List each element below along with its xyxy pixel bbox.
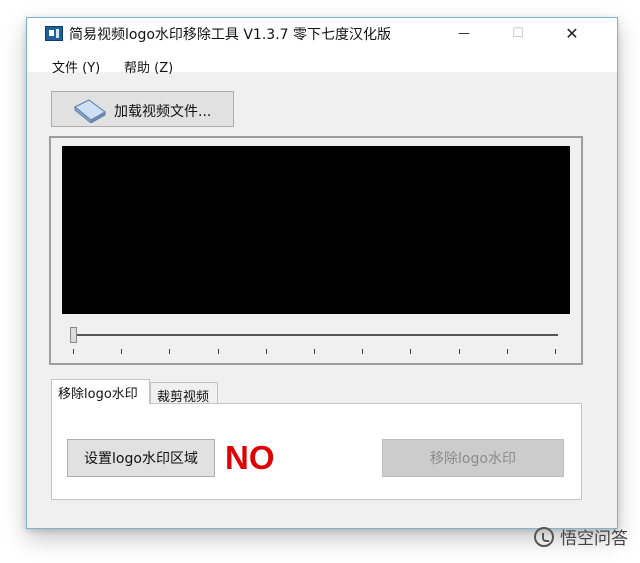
menu-file[interactable]: 文件 (Y) (52, 57, 100, 76)
video-preview-screen (62, 146, 570, 314)
watermark-text: 悟空问答 (560, 529, 628, 549)
slider-tick (362, 349, 363, 354)
slider-tick (459, 349, 460, 354)
slider-tick (555, 349, 556, 354)
slider-tick (169, 349, 170, 354)
slider-tick (73, 349, 74, 354)
slider-tick (218, 349, 219, 354)
minimize-button[interactable]: — (441, 18, 487, 48)
slider-tick (314, 349, 315, 354)
window-title: 简易视频logo水印移除工具 V1.3.7 零下七度汉化版 (69, 27, 392, 43)
maximize-icon: ☐ (512, 25, 524, 41)
slider-tick (266, 349, 267, 354)
menu-bar: 文件 (Y) 帮助 (Z) (27, 48, 617, 76)
remove-logo-button[interactable]: 移除logo水印 (382, 439, 564, 477)
seek-slider-thumb[interactable] (70, 327, 77, 343)
tab-crop-video[interactable]: 裁剪视频 (150, 382, 218, 405)
watermark: 悟空问答 (534, 524, 628, 549)
eraser-icon (74, 99, 106, 123)
video-preview-frame (49, 136, 583, 365)
seek-slider-track[interactable] (73, 334, 558, 336)
app-icon (45, 26, 63, 41)
close-button[interactable]: ✕ (549, 18, 595, 48)
close-icon: ✕ (565, 23, 579, 43)
menu-help[interactable]: 帮助 (Z) (124, 57, 173, 76)
minimize-icon: — (458, 26, 470, 40)
load-video-button[interactable]: 加载视频文件... (51, 91, 234, 127)
slider-tick (410, 349, 411, 354)
maximize-button[interactable]: ☐ (495, 18, 541, 48)
tab-remove-logo[interactable]: 移除logo水印 (51, 379, 150, 404)
slider-tick (507, 349, 508, 354)
title-bar[interactable]: 简易视频logo水印移除工具 V1.3.7 零下七度汉化版 — ☐ ✕ (27, 18, 617, 48)
remove-logo-panel: 设置logo水印区域 NO 移除logo水印 (51, 403, 582, 500)
wukong-logo-icon (534, 526, 554, 547)
slider-tick (121, 349, 122, 354)
app-window: 简易视频logo水印移除工具 V1.3.7 零下七度汉化版 — ☐ ✕ 文件 (… (26, 17, 618, 529)
load-video-label: 加载视频文件... (114, 104, 212, 120)
set-logo-area-button[interactable]: 设置logo水印区域 (67, 439, 215, 477)
status-indicator: NO (225, 439, 275, 476)
